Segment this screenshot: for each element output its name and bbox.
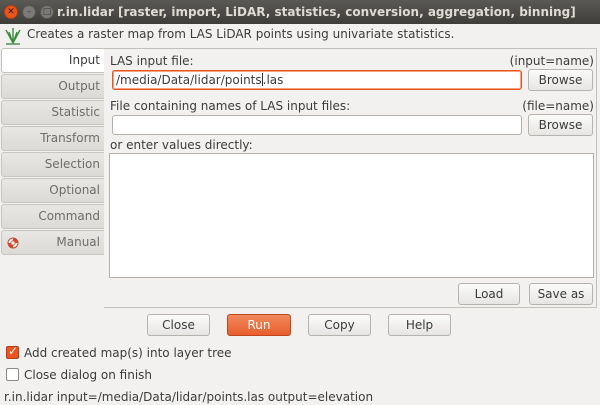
grass-logo-icon	[5, 28, 21, 45]
run-button[interactable]: Run	[227, 314, 291, 336]
add-to-tree-checkbox[interactable]	[6, 344, 19, 359]
lifebuoy-icon	[7, 237, 19, 249]
window-minimize-button[interactable]: –	[22, 5, 36, 19]
tab-manual[interactable]: Manual	[1, 230, 104, 255]
copy-button[interactable]: Copy	[308, 314, 371, 336]
add-to-tree-label[interactable]: Add created map(s) into layer tree	[24, 346, 232, 360]
las-file-browse-button[interactable]: Browse	[528, 69, 593, 91]
tab-statistic[interactable]: Statistic	[1, 100, 104, 125]
file-list-key: (file=name)	[522, 99, 594, 113]
window-close-button[interactable]: ✕	[4, 5, 18, 19]
title-bar: ✕ – □ r.in.lidar [raster, import, LiDAR,…	[0, 0, 600, 24]
tab-label: Selection	[44, 157, 100, 171]
tab-label: Optional	[49, 183, 100, 197]
file-list-label: File containing names of LAS input files…	[110, 99, 351, 113]
tab-label: Manual	[56, 235, 100, 249]
tab-transform[interactable]: Transform	[1, 126, 104, 151]
tab-command-output[interactable]: Command output	[1, 204, 104, 246]
tab-selection[interactable]: Selection	[1, 152, 104, 177]
las-file-value-ext: .las	[262, 73, 284, 87]
las-file-key: (input=name)	[509, 54, 594, 68]
tab-label: Input	[68, 53, 100, 67]
las-file-value: /media/Data/lidar/points	[116, 73, 262, 87]
module-description-bar: Creates a raster map from LAS LiDAR poin…	[0, 24, 600, 46]
file-list-browse-button[interactable]: Browse	[528, 114, 593, 136]
tab-label: Statistic	[51, 105, 100, 119]
las-file-input[interactable]: /media/Data/lidar/points.las	[112, 70, 522, 90]
tab-label: Output	[58, 79, 100, 93]
module-description: Creates a raster map from LAS LiDAR poin…	[27, 27, 455, 41]
direct-values-label: or enter values directly:	[110, 138, 253, 152]
direct-values-textarea[interactable]	[109, 153, 594, 278]
tab-label: Transform	[40, 131, 100, 145]
tab-sidebar: Input Output Statistic Transform Selecti…	[0, 48, 104, 256]
load-button[interactable]: Load	[458, 283, 520, 305]
command-preview: r.in.lidar input=/media/Data/lidar/point…	[4, 390, 374, 404]
close-on-finish-label[interactable]: Close dialog on finish	[24, 368, 152, 382]
file-list-input[interactable]	[112, 115, 522, 135]
tab-optional[interactable]: Optional	[1, 178, 104, 203]
las-file-label: LAS input file:	[110, 54, 194, 68]
save-as-button[interactable]: Save as	[529, 283, 593, 305]
close-on-finish-checkbox[interactable]	[6, 368, 19, 381]
tab-output[interactable]: Output	[1, 74, 104, 99]
help-button[interactable]: Help	[388, 314, 451, 336]
tab-input[interactable]: Input	[1, 48, 104, 73]
window-maximize-button[interactable]: □	[40, 5, 54, 19]
window-title: r.in.lidar [raster, import, LiDAR, stati…	[57, 5, 576, 19]
close-button[interactable]: Close	[147, 314, 210, 336]
